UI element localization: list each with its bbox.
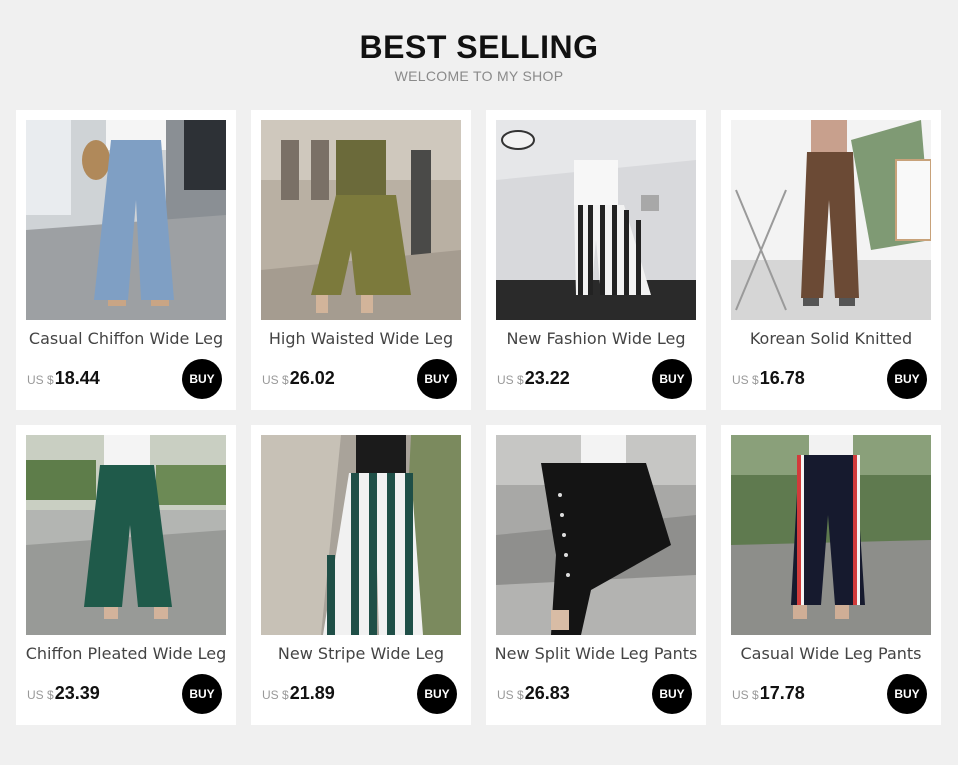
product-image[interactable] — [731, 120, 931, 320]
product-image[interactable] — [26, 120, 226, 320]
page-subtitle: WELCOME TO MY SHOP — [394, 68, 564, 84]
product-image[interactable] — [496, 120, 696, 320]
currency-label: US $ — [497, 688, 524, 702]
product-name[interactable]: Casual Wide Leg Pants — [721, 644, 941, 663]
buy-button[interactable]: BUY — [652, 359, 692, 399]
product-card[interactable]: High Waisted Wide Leg US $26.02 BUY — [251, 110, 471, 410]
buy-button[interactable]: BUY — [652, 674, 692, 714]
product-name[interactable]: Korean Solid Knitted — [721, 329, 941, 348]
currency-label: US $ — [732, 688, 759, 702]
product-name[interactable]: Chiffon Pleated Wide Leg — [16, 644, 236, 663]
buy-button[interactable]: BUY — [182, 674, 222, 714]
product-image[interactable] — [261, 435, 461, 635]
buy-button[interactable]: BUY — [417, 359, 457, 399]
product-price: US $26.02 — [262, 368, 335, 389]
product-name[interactable]: Casual Chiffon Wide Leg — [16, 329, 236, 348]
product-image[interactable] — [26, 435, 226, 635]
product-name[interactable]: New Split Wide Leg Pants — [486, 644, 706, 663]
product-name[interactable]: High Waisted Wide Leg — [251, 329, 471, 348]
product-price: US $16.78 — [732, 368, 805, 389]
product-card[interactable]: Casual Chiffon Wide Leg US $18.44 BUY — [16, 110, 236, 410]
product-price: US $17.78 — [732, 683, 805, 704]
product-price: US $21.89 — [262, 683, 335, 704]
buy-button[interactable]: BUY — [417, 674, 457, 714]
page-title: BEST SELLING — [359, 29, 599, 65]
price-amount: 26.02 — [289, 368, 335, 388]
product-image[interactable] — [496, 435, 696, 635]
product-card[interactable]: Chiffon Pleated Wide Leg US $23.39 BUY — [16, 425, 236, 725]
product-card[interactable]: New Fashion Wide Leg US $23.22 BUY — [486, 110, 706, 410]
product-price: US $23.22 — [497, 368, 570, 389]
product-grid: Casual Chiffon Wide Leg US $18.44 BUY Hi… — [16, 110, 941, 725]
product-price: US $23.39 — [27, 683, 100, 704]
product-price: US $26.83 — [497, 683, 570, 704]
product-price: US $18.44 — [27, 368, 100, 389]
price-amount: 21.89 — [289, 683, 335, 703]
currency-label: US $ — [497, 373, 524, 387]
product-card[interactable]: New Split Wide Leg Pants US $26.83 BUY — [486, 425, 706, 725]
buy-button[interactable]: BUY — [182, 359, 222, 399]
product-name[interactable]: New Fashion Wide Leg — [486, 329, 706, 348]
product-image[interactable] — [261, 120, 461, 320]
price-amount: 26.83 — [524, 683, 570, 703]
product-image[interactable] — [731, 435, 931, 635]
currency-label: US $ — [27, 373, 54, 387]
currency-label: US $ — [262, 373, 289, 387]
price-amount: 23.22 — [524, 368, 570, 388]
buy-button[interactable]: BUY — [887, 359, 927, 399]
product-card[interactable]: Casual Wide Leg Pants US $17.78 BUY — [721, 425, 941, 725]
price-amount: 16.78 — [759, 368, 805, 388]
price-amount: 18.44 — [54, 368, 100, 388]
currency-label: US $ — [27, 688, 54, 702]
product-card[interactable]: New Stripe Wide Leg US $21.89 BUY — [251, 425, 471, 725]
price-amount: 23.39 — [54, 683, 100, 703]
product-card[interactable]: Korean Solid Knitted US $16.78 BUY — [721, 110, 941, 410]
currency-label: US $ — [262, 688, 289, 702]
header: BEST SELLING WELCOME TO MY SHOP — [0, 28, 958, 84]
currency-label: US $ — [732, 373, 759, 387]
buy-button[interactable]: BUY — [887, 674, 927, 714]
price-amount: 17.78 — [759, 683, 805, 703]
product-name[interactable]: New Stripe Wide Leg — [251, 644, 471, 663]
